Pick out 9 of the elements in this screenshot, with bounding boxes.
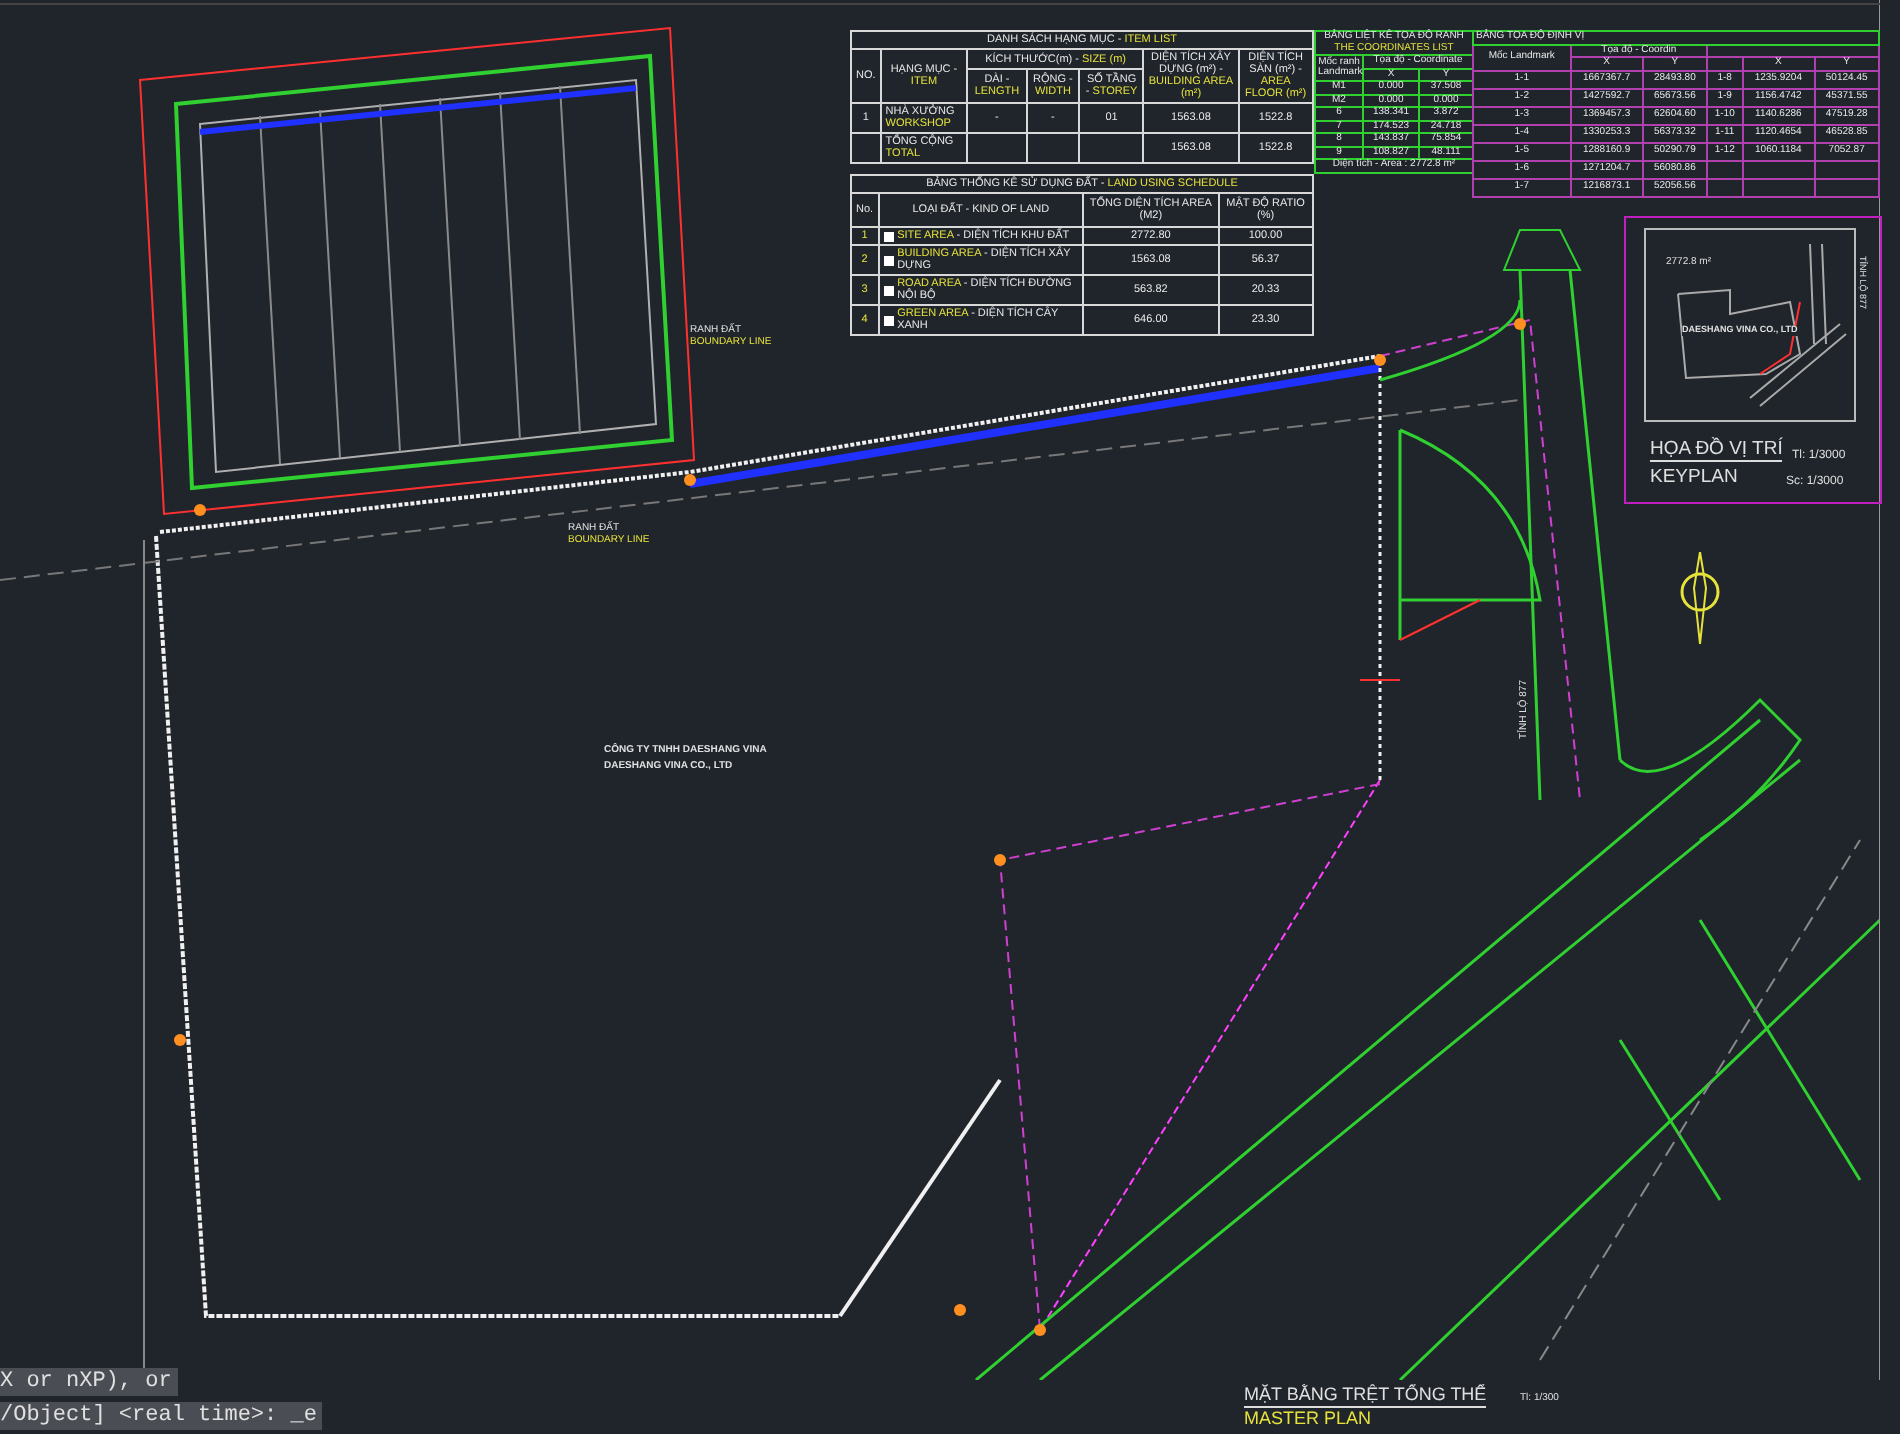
legend-swatch [883,255,894,266]
keyplan-title: HỌA ĐỒ VỊ TRÍ [1650,440,1783,463]
legend-swatch [883,231,894,242]
command-line-text: /Object] <real time>: _e [0,1402,323,1430]
drawing-title: MẶT BẰNG TRỆT TỔNG THỂ [1244,1386,1487,1408]
legend-swatch [883,315,894,326]
command-line-text: X or nXP), or [0,1368,178,1396]
legend-swatch [883,285,894,296]
drawing-title-english: MASTER PLAN [1244,1410,1372,1430]
